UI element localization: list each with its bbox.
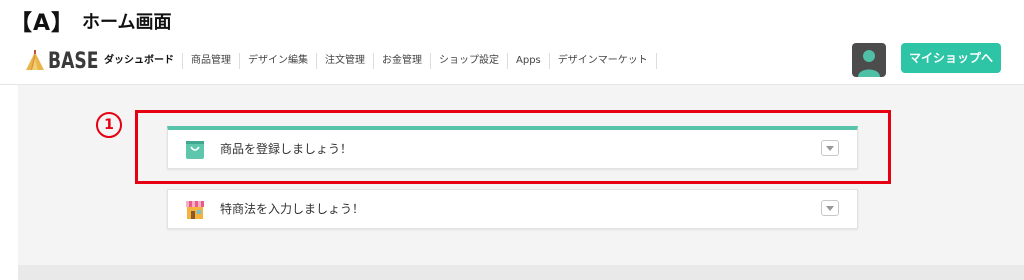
legal-notice-card[interactable]: 特商法を入力しましょう！ bbox=[167, 189, 858, 229]
logo-text: BASE bbox=[48, 48, 99, 74]
nav-design-market[interactable]: デザインマーケット bbox=[548, 53, 657, 69]
highlight-box bbox=[135, 110, 891, 184]
main-nav: ダッシュボード 商品管理 デザイン編集 注文管理 お金管理 ショップ設定 App… bbox=[100, 50, 657, 72]
annotation-marker: 1 bbox=[96, 112, 122, 138]
nav-orders[interactable]: 注文管理 bbox=[316, 53, 373, 69]
content-footer-strip bbox=[18, 265, 1024, 280]
chevron-down-icon[interactable] bbox=[821, 200, 839, 216]
nav-design-edit[interactable]: デザイン編集 bbox=[239, 53, 316, 69]
nav-apps[interactable]: Apps bbox=[507, 53, 549, 69]
avatar[interactable] bbox=[852, 43, 886, 77]
nav-products[interactable]: 商品管理 bbox=[182, 53, 239, 69]
store-icon bbox=[186, 201, 204, 219]
user-avatar-icon bbox=[858, 50, 880, 77]
nav-dashboard[interactable]: ダッシュボード bbox=[100, 53, 182, 69]
caption-label: 【A】 bbox=[10, 11, 75, 36]
screenshot-caption: 【A】 ホーム画面 bbox=[10, 6, 172, 36]
nav-shop-settings[interactable]: ショップ設定 bbox=[430, 53, 507, 69]
legal-notice-label: 特商法を入力しましょう！ bbox=[220, 202, 365, 216]
caption-title: ホーム画面 bbox=[82, 12, 172, 33]
my-shop-button[interactable]: マイショップへ bbox=[901, 43, 1001, 73]
tent-logo-icon bbox=[26, 50, 44, 70]
nav-money[interactable]: お金管理 bbox=[373, 53, 430, 69]
